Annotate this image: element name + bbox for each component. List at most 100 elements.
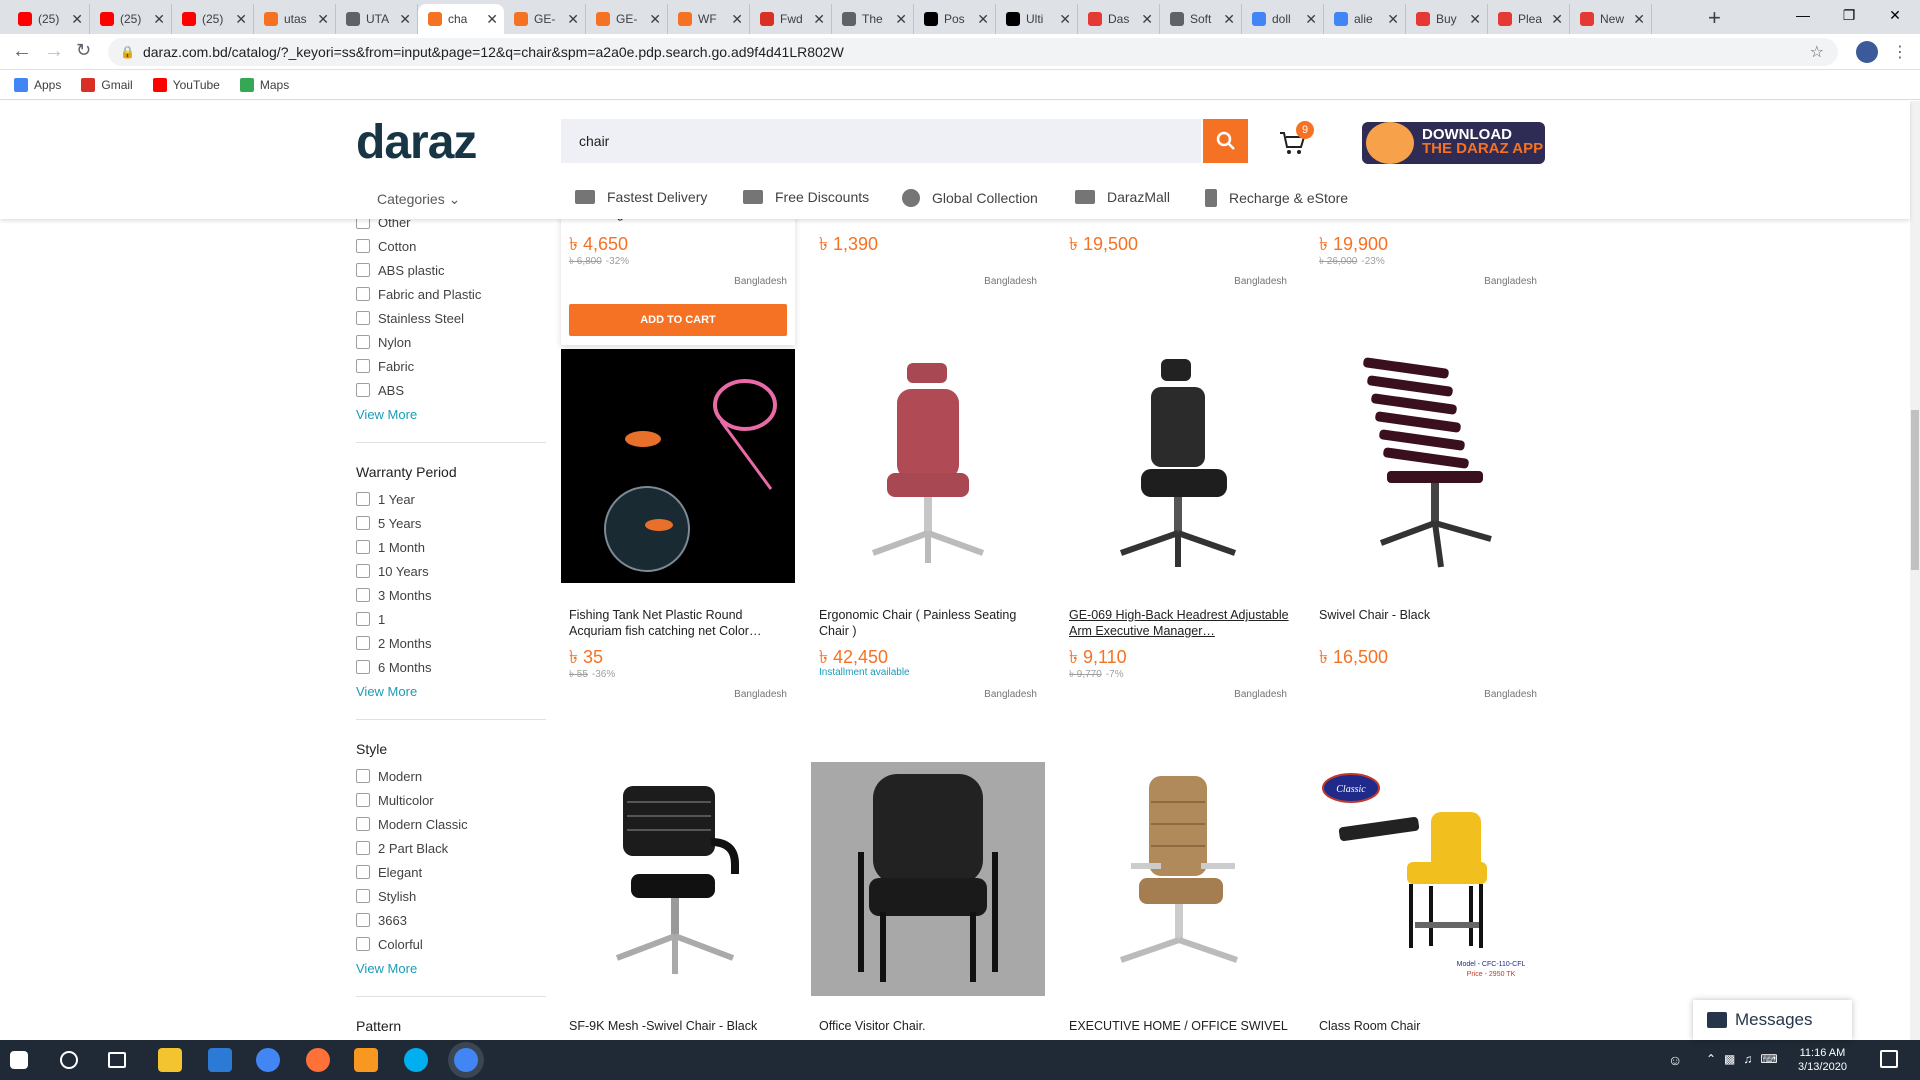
product-card[interactable]: Ergonomic Chair ( Painless Seating Chair… xyxy=(811,349,1045,709)
close-window-button[interactable]: ✕ xyxy=(1872,0,1918,30)
add-to-cart-button[interactable]: ADD TO CART xyxy=(569,304,787,336)
checkbox[interactable] xyxy=(356,612,370,626)
address-bar[interactable]: 🔒 daraz.com.bd/catalog/?_keyori=ss&from=… xyxy=(108,38,1838,66)
product-name[interactable]: Swivel Chair - Black xyxy=(1319,607,1541,623)
warranty-filter-option[interactable]: 3 Months xyxy=(356,583,546,607)
app-icon[interactable] xyxy=(208,1048,232,1072)
new-tab-button[interactable]: + xyxy=(1708,5,1721,31)
checkbox[interactable] xyxy=(356,793,370,807)
skype-icon[interactable] xyxy=(404,1048,428,1072)
browser-tab[interactable]: alie ✕ xyxy=(1324,4,1406,34)
tab-close-icon[interactable]: ✕ xyxy=(1059,11,1071,28)
tab-close-icon[interactable]: ✕ xyxy=(1469,11,1481,28)
bookmark-gmail[interactable]: Gmail xyxy=(81,77,133,92)
tab-close-icon[interactable]: ✕ xyxy=(731,11,743,28)
people-icon[interactable]: ☺ xyxy=(1668,1052,1682,1068)
messages-button[interactable]: Messages xyxy=(1693,1000,1852,1040)
style-filter-option[interactable]: Colorful xyxy=(356,932,546,956)
product-card[interactable]: Black ৳ 19,900 ৳ 26,000-23% Bangladesh xyxy=(1311,210,1545,290)
browser-tab[interactable]: utas ✕ xyxy=(254,4,336,34)
warranty-filter-option[interactable]: 6 Months xyxy=(356,655,546,679)
product-card[interactable]: Swivel Chair - Black ৳ 16,500 Bangladesh xyxy=(1311,349,1545,709)
browser-tab[interactable]: WF ✕ xyxy=(668,4,750,34)
browser-tab[interactable]: Ulti ✕ xyxy=(996,4,1078,34)
checkbox[interactable] xyxy=(356,841,370,855)
browser-tab[interactable]: Plea ✕ xyxy=(1488,4,1570,34)
tab-close-icon[interactable]: ✕ xyxy=(977,11,989,28)
sublime-icon[interactable] xyxy=(354,1048,378,1072)
checkbox[interactable] xyxy=(356,660,370,674)
task-view-icon[interactable] xyxy=(108,1052,126,1068)
product-name[interactable]: EXECUTIVE HOME / OFFICE SWIVEL xyxy=(1069,1018,1291,1034)
view-more-style[interactable]: View More xyxy=(356,956,546,980)
checkbox[interactable] xyxy=(356,383,370,397)
firefox-icon[interactable] xyxy=(306,1048,330,1072)
warranty-filter-option[interactable]: 10 Years xyxy=(356,559,546,583)
product-card[interactable]: Classic Model - CFC-110-CFL Price - 2950 T… xyxy=(1311,762,1545,1040)
style-filter-option[interactable]: Stylish xyxy=(356,884,546,908)
back-icon[interactable]: ← xyxy=(12,40,32,63)
product-card[interactable]: SF-9K Mesh -Swivel Chair - Black xyxy=(561,762,795,1040)
search-button[interactable] xyxy=(1203,119,1248,163)
checkbox[interactable] xyxy=(356,865,370,879)
browser-tab[interactable]: (25) ✕ xyxy=(90,4,172,34)
checkbox[interactable] xyxy=(356,636,370,650)
checkbox[interactable] xyxy=(356,516,370,530)
product-card[interactable]: ৳ 1,390 Bangladesh xyxy=(811,210,1045,290)
executive-chair-image[interactable] xyxy=(1061,349,1295,583)
tab-close-icon[interactable]: ✕ xyxy=(1633,11,1645,28)
warranty-filter-option[interactable]: 1 Year xyxy=(356,487,546,511)
browser-tab[interactable]: (25) ✕ xyxy=(172,4,254,34)
menu-icon[interactable]: ⋮ xyxy=(1892,42,1908,62)
checkbox[interactable] xyxy=(356,540,370,554)
checkbox[interactable] xyxy=(356,817,370,831)
system-tray-icons[interactable]: ⌃▩♫⌨ xyxy=(1706,1052,1786,1066)
fish-net-product-image[interactable] xyxy=(561,349,795,583)
warranty-filter-option[interactable]: 1 Month xyxy=(356,535,546,559)
bookmark-apps[interactable]: Apps xyxy=(14,77,61,92)
cortana-icon[interactable] xyxy=(60,1051,78,1069)
browser-tab[interactable]: Das ✕ xyxy=(1078,4,1160,34)
notifications-icon[interactable] xyxy=(1880,1050,1898,1068)
nav-darazmall[interactable]: DarazMall xyxy=(1075,189,1170,205)
style-filter-option[interactable]: Multicolor xyxy=(356,788,546,812)
windows-start-icon[interactable] xyxy=(10,1051,28,1069)
checkbox[interactable] xyxy=(356,287,370,301)
checkbox[interactable] xyxy=(356,359,370,373)
search-input[interactable]: chair xyxy=(561,119,1201,163)
checkbox[interactable] xyxy=(356,492,370,506)
browser-tab[interactable]: Soft ✕ xyxy=(1160,4,1242,34)
browser-tab[interactable]: GE- ✕ xyxy=(586,4,668,34)
style-filter-option[interactable]: 3663 xyxy=(356,908,546,932)
reload-icon[interactable]: ↻ xyxy=(76,40,91,61)
checkbox[interactable] xyxy=(356,913,370,927)
checkbox[interactable] xyxy=(356,239,370,253)
profile-avatar[interactable] xyxy=(1856,41,1878,63)
style-filter-option[interactable]: Elegant xyxy=(356,860,546,884)
tab-close-icon[interactable]: ✕ xyxy=(1551,11,1563,28)
tab-close-icon[interactable]: ✕ xyxy=(317,11,329,28)
daraz-logo[interactable]: daraz xyxy=(356,115,477,170)
material-filter-option[interactable]: Nylon xyxy=(356,330,546,354)
tab-close-icon[interactable]: ✕ xyxy=(1141,11,1153,28)
chrome-icon[interactable] xyxy=(256,1048,280,1072)
minimize-button[interactable]: — xyxy=(1780,0,1826,30)
bookmark-youtube[interactable]: YouTube xyxy=(152,77,220,92)
browser-tab[interactable]: cha ✕ xyxy=(418,4,504,34)
warranty-filter-option[interactable]: 2 Months xyxy=(356,631,546,655)
maximize-button[interactable]: ❐ xyxy=(1826,0,1872,30)
checkbox[interactable] xyxy=(356,889,370,903)
page-scrollbar[interactable] xyxy=(1910,101,1920,1041)
checkbox[interactable] xyxy=(356,588,370,602)
tab-close-icon[interactable]: ✕ xyxy=(235,11,247,28)
view-more-warranty[interactable]: View More xyxy=(356,679,546,703)
browser-tab[interactable]: The ✕ xyxy=(832,4,914,34)
style-filter-option[interactable]: 2 Part Black xyxy=(356,836,546,860)
tab-close-icon[interactable]: ✕ xyxy=(399,11,411,28)
product-card[interactable]: Office Visitor Chair. xyxy=(811,762,1045,1040)
visitor-chair-image[interactable] xyxy=(811,762,1045,996)
product-card[interactable]: GE-069 High-Back Headrest Adjustable Arm… xyxy=(1061,349,1295,709)
tab-close-icon[interactable]: ✕ xyxy=(1223,11,1235,28)
tab-close-icon[interactable]: ✕ xyxy=(567,11,579,28)
warranty-filter-option[interactable]: 1 xyxy=(356,607,546,631)
